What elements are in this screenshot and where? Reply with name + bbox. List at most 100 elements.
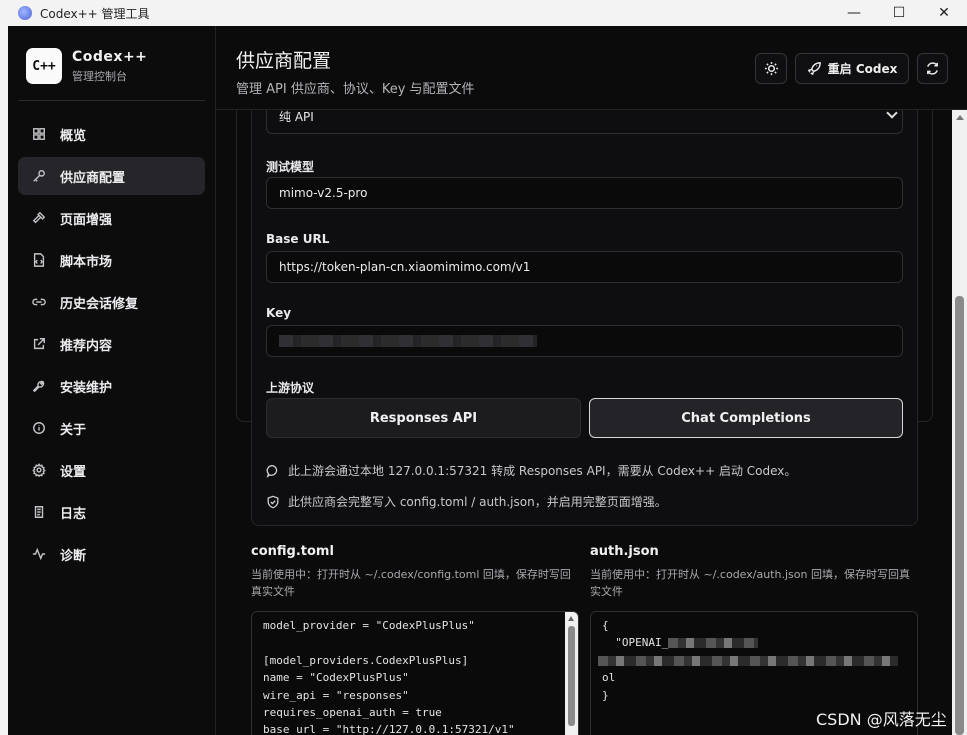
protocol-responses-button[interactable]: Responses API (266, 398, 581, 438)
watermark: CSDN @风落无尘 (816, 710, 947, 729)
proxy-note-text: 此上游会通过本地 127.0.0.1:57321 转成 Responses AP… (288, 464, 797, 478)
theme-toggle-button[interactable] (755, 53, 787, 84)
mode-select-value: 纯 API (279, 110, 314, 124)
sidebar-item-label: 关于 (60, 422, 87, 438)
activity-icon (32, 547, 46, 561)
maximize-button[interactable]: ☐ (876, 0, 922, 26)
scroll-up-arrow[interactable] (956, 115, 964, 120)
sidebar-item-label: 设置 (60, 464, 87, 480)
base-url-label: Base URL (266, 232, 330, 246)
config-toml-editor[interactable]: model_provider = "CodexPlusPlus" [model_… (251, 611, 579, 735)
config-toml-title: config.toml (251, 544, 334, 559)
divider (18, 100, 205, 101)
write-note: 此供应商会完整写入 config.toml / auth.json，并启用完整页… (266, 493, 667, 510)
sidebar-item-label: 概览 (60, 128, 87, 144)
config-toml-desc: 当前使用中：打开时从 ~/.codex/config.toml 回填，保存时写回… (251, 568, 571, 598)
hammer-icon (32, 211, 46, 225)
grid-icon (32, 127, 46, 141)
sidebar-item-label: 供应商配置 (60, 170, 126, 186)
main-scrollbar[interactable] (952, 110, 967, 735)
window-title: Codex++ 管理工具 (40, 6, 150, 21)
restart-codex-label: 重启 Codex (827, 62, 898, 76)
sidebar-item-overview[interactable]: 概览 (18, 115, 205, 153)
window-titlebar: Codex++ 管理工具 — ☐ ✕ (0, 0, 967, 26)
protocol-chat-completions-button[interactable]: Chat Completions (589, 398, 903, 438)
protocol-label: 上游协议 (266, 381, 315, 395)
brand-name: Codex++ (72, 48, 148, 65)
code-line (598, 654, 917, 671)
restart-codex-button[interactable]: 重启 Codex (795, 53, 909, 84)
brand-subtitle: 管理控制台 (72, 69, 127, 83)
sidebar-item-diagnostics[interactable]: 诊断 (18, 535, 205, 573)
message-icon (266, 464, 278, 478)
app-icon (18, 6, 32, 20)
sidebar: C++ Codex++ 管理控制台 概览 供应商配置 页面增强 脚本市场 历史会… (8, 26, 216, 735)
page-title: 供应商配置 (236, 50, 332, 72)
code-line: wire_api = "responses" (263, 688, 409, 702)
sidebar-item-label: 推荐内容 (60, 338, 113, 354)
test-model-value: mimo-v2.5-pro (279, 186, 368, 200)
wrench-icon (32, 379, 46, 393)
refresh-icon (927, 62, 938, 75)
auth-json-desc: 当前使用中：打开时从 ~/.codex/auth.json 回填，保存时写回真实… (590, 568, 910, 598)
sidebar-item-about[interactable]: 关于 (18, 409, 205, 447)
sidebar-item-recommended[interactable]: 推荐内容 (18, 325, 205, 363)
rocket-icon (807, 62, 821, 76)
key-label: Key (266, 306, 292, 320)
key-input[interactable] (266, 325, 903, 357)
sun-icon (764, 61, 778, 76)
page-subtitle: 管理 API 供应商、协议、Key 与配置文件 (236, 82, 475, 97)
scroll-thumb[interactable] (955, 296, 964, 735)
base-url-value: https://token-plan-cn.xiaomimimo.com/v1 (279, 260, 531, 274)
proxy-note: 此上游会通过本地 127.0.0.1:57321 转成 Responses AP… (266, 462, 796, 479)
sidebar-item-label: 脚本市场 (60, 254, 113, 270)
sidebar-item-label: 日志 (60, 506, 87, 522)
code-line: [model_providers.CodexPlusPlus] (263, 653, 469, 667)
link-icon (32, 295, 46, 309)
minimize-button[interactable]: — (831, 0, 877, 26)
code-line: "OPENAI_ (602, 636, 917, 653)
test-model-label: 测试模型 (266, 160, 315, 174)
page-header: 供应商配置 管理 API 供应商、协议、Key 与配置文件 重启 Codex (216, 26, 967, 110)
sidebar-item-install-maintenance[interactable]: 安装维护 (18, 367, 205, 405)
key-icon (32, 169, 46, 183)
gear-icon (32, 463, 46, 477)
sidebar-item-label: 安装维护 (60, 380, 113, 396)
sidebar-item-label: 页面增强 (60, 212, 113, 228)
sidebar-item-label: 历史会话修复 (60, 296, 139, 312)
sidebar-nav: 概览 供应商配置 页面增强 脚本市场 历史会话修复 推荐内容 安装维护 关于 设… (18, 115, 205, 577)
code-line: ol (602, 671, 616, 685)
auth-json-title: auth.json (590, 544, 659, 559)
sidebar-item-provider-config[interactable]: 供应商配置 (18, 157, 205, 195)
sidebar-item-page-enhance[interactable]: 页面增强 (18, 199, 205, 237)
close-button[interactable]: ✕ (921, 0, 967, 26)
external-link-icon (32, 337, 46, 351)
sidebar-item-logs[interactable]: 日志 (18, 493, 205, 531)
code-line: name = "CodexPlusPlus" (263, 671, 409, 685)
code-line: base_url = "http://127.0.0.1:57321/v1" (263, 723, 515, 735)
base-url-input[interactable]: https://token-plan-cn.xiaomimimo.com/v1 (266, 251, 903, 283)
main-content: 供应商配置 管理 API 供应商、协议、Key 与配置文件 重启 Codex 纯… (216, 26, 967, 735)
sidebar-item-label: 诊断 (60, 548, 87, 564)
sidebar-item-settings[interactable]: 设置 (18, 451, 205, 489)
test-model-input[interactable]: mimo-v2.5-pro (266, 177, 903, 209)
code-line: requires_openai_auth = true (263, 705, 442, 719)
brand-logo: C++ (26, 48, 62, 84)
info-icon (32, 421, 46, 435)
editor-scrollbar[interactable] (565, 612, 578, 735)
code-line: model_provider = "CodexPlusPlus" (263, 619, 475, 632)
redacted-text (668, 638, 759, 649)
redacted-text (598, 655, 898, 666)
key-redacted-value (279, 335, 537, 347)
file-code-icon (32, 253, 46, 267)
code-line: } (602, 688, 609, 702)
auth-key-prefix: "OPENAI_ (602, 636, 669, 650)
brand: C++ Codex++ 管理控制台 (26, 48, 147, 84)
window-edge (0, 26, 8, 735)
sidebar-item-script-market[interactable]: 脚本市场 (18, 241, 205, 279)
shield-check-icon (267, 495, 279, 508)
refresh-button[interactable] (917, 53, 948, 84)
write-note-text: 此供应商会完整写入 config.toml / auth.json，并启用完整页… (288, 495, 667, 509)
sidebar-item-history-repair[interactable]: 历史会话修复 (18, 283, 205, 321)
